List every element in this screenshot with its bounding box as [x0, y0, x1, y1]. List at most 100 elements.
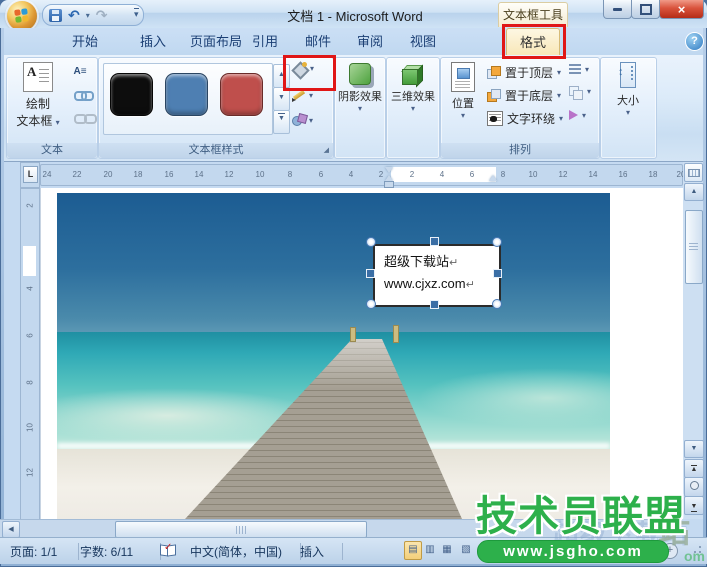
redo-button[interactable]: ↷ — [96, 8, 108, 22]
break-link-button[interactable] — [69, 111, 91, 129]
chevron-down-icon[interactable]: ▾ — [309, 116, 313, 125]
textbox-line-2[interactable]: www.cjxz.com↵ — [384, 276, 475, 291]
gallery-more-button[interactable]: ▼ — [273, 110, 290, 134]
resize-handle-w[interactable] — [366, 269, 375, 278]
chevron-down-icon: ▾ — [559, 114, 563, 123]
style-swatch-black[interactable] — [110, 73, 153, 116]
close-icon: × — [678, 2, 686, 17]
gallery-scroll-down[interactable]: ▼ — [273, 87, 290, 111]
h-ruler-tick-label: 10 — [254, 170, 266, 179]
tab-review[interactable]: 审阅 — [347, 28, 393, 54]
shadow-effect-icon — [349, 63, 371, 85]
resize-handle-sw[interactable] — [366, 299, 376, 309]
vertical-scroll-thumb[interactable] — [685, 210, 703, 284]
position-icon — [451, 62, 475, 92]
resize-handle-e[interactable] — [493, 269, 502, 278]
tab-insert[interactable]: 插入 — [130, 28, 176, 54]
select-browse-object-button[interactable] — [684, 477, 704, 497]
h-ruler-tick-label: 8 — [284, 170, 296, 179]
qat-customize-icon[interactable]: ▾ — [134, 8, 139, 19]
previous-page-button[interactable]: ▲ — [684, 459, 704, 478]
resize-handle-se[interactable] — [492, 299, 502, 309]
tab-home[interactable]: 开始 — [62, 28, 108, 54]
tab-view[interactable]: 视图 — [400, 28, 446, 54]
draw-textbox-button[interactable]: A 绘制 文本框 ▾ — [13, 62, 63, 129]
beach-pier-photo[interactable] — [57, 193, 610, 519]
h-ruler-tick-label: 6 — [315, 170, 327, 179]
size-button[interactable]: 大小 ▾ — [605, 62, 651, 117]
resize-handle-n[interactable] — [430, 237, 439, 246]
paragraph-mark: ↵ — [466, 279, 475, 291]
group-arrange-label: 排列 — [441, 143, 599, 158]
minimize-button[interactable] — [603, 0, 632, 19]
view-fullscreen-reading-button[interactable]: ▥ — [421, 541, 439, 560]
resize-handle-nw[interactable] — [366, 237, 376, 247]
view-outline-button[interactable]: ▧ — [457, 541, 475, 560]
spell-check-icon[interactable]: ✓ — [160, 544, 176, 556]
h-ruler-tick-label: 14 — [193, 170, 205, 179]
h-ruler-tick-label: 20 — [102, 170, 114, 179]
bring-to-front-button[interactable]: 置于顶层 ▾ — [487, 64, 561, 81]
word-count-indicator[interactable]: 字数: 6/11 — [80, 543, 161, 560]
shadow-effects-button[interactable]: 阴影效果 ▾ — [337, 61, 383, 113]
chevron-down-icon: ▾ — [587, 87, 591, 96]
text-direction-button[interactable]: A≡ — [69, 63, 91, 81]
create-link-button[interactable] — [69, 88, 91, 106]
page-number-indicator[interactable]: 页面: 1/1 — [10, 543, 79, 560]
left-indent-marker[interactable] — [384, 181, 394, 188]
style-swatch-blue[interactable] — [165, 73, 208, 116]
resize-handle-s[interactable] — [430, 300, 439, 309]
tab-references[interactable]: 引用 — [242, 28, 288, 54]
view-print-layout-button[interactable]: ▤ — [404, 541, 422, 560]
group-textbox-styles-label: 文本框样式 — [99, 143, 333, 158]
close-button[interactable]: × — [659, 0, 704, 19]
insert-mode-indicator[interactable]: 插入 — [300, 543, 343, 560]
shape-fill-button[interactable]: ▾ — [292, 62, 314, 74]
watermark-tail-text: om — [684, 548, 705, 564]
scroll-down-button[interactable]: ▼ — [684, 440, 704, 458]
style-swatch-red[interactable] — [220, 73, 263, 116]
undo-dropdown-icon[interactable]: ▾ — [86, 11, 90, 20]
view-ruler-toggle[interactable] — [684, 163, 703, 182]
tab-format[interactable]: 格式 — [506, 28, 560, 55]
restore-button[interactable] — [631, 0, 660, 19]
group-button[interactable]: ▾ — [569, 86, 591, 96]
position-button[interactable]: 位置 ▾ — [445, 62, 481, 120]
change-shape-button[interactable]: ▾ — [292, 114, 313, 126]
scroll-up-button[interactable]: ▲ — [684, 183, 704, 201]
chevron-down-icon[interactable]: ▾ — [309, 91, 313, 100]
scroll-left-button[interactable]: ◀ — [2, 521, 20, 538]
textbox-line-1[interactable]: 超级下载站↵ — [384, 251, 458, 270]
horizontal-scroll-thumb[interactable] — [115, 521, 367, 538]
first-line-indent-marker[interactable] — [385, 167, 393, 173]
help-icon[interactable]: ? — [686, 33, 703, 50]
3d-effect-icon — [402, 63, 424, 85]
align-button[interactable]: ▾ — [569, 64, 589, 74]
tab-stop-selector[interactable]: L — [23, 166, 38, 183]
h-ruler-tick-label: 22 — [71, 170, 83, 179]
send-to-back-button[interactable]: 置于底层 ▾ — [487, 87, 561, 104]
office-button[interactable] — [7, 1, 37, 31]
ruler-corner: L — [20, 162, 40, 188]
h-ruler-tick-label: 2 — [406, 170, 418, 179]
text-wrapping-button[interactable]: 文字环绕 ▾ — [487, 110, 563, 127]
chevron-down-icon[interactable]: ▾ — [310, 64, 314, 73]
selected-textbox[interactable]: 超级下载站↵ www.cjxz.com↵ — [373, 244, 501, 307]
draw-textbox-icon: A — [23, 62, 53, 92]
h-ruler-tick-label: 24 — [41, 170, 53, 179]
language-indicator[interactable]: 中文(简体，中国) — [190, 543, 301, 560]
undo-button[interactable]: ↶ — [68, 8, 80, 22]
view-web-layout-button[interactable]: ▦ — [438, 541, 456, 560]
group-size: 大小 ▾ — [600, 57, 657, 159]
shape-outline-button[interactable]: ▾ — [292, 89, 313, 101]
chevron-down-icon: ▾ — [56, 118, 60, 127]
dialog-launcher-icon[interactable]: ◢ — [324, 146, 329, 156]
right-indent-marker[interactable] — [489, 175, 497, 181]
tab-mailings[interactable]: 邮件 — [295, 28, 341, 54]
contextual-tab-group-label: 文本框工具 — [498, 2, 568, 27]
save-icon[interactable] — [49, 9, 62, 22]
gallery-scroll-up[interactable]: ▲ — [273, 64, 290, 88]
3d-effects-button[interactable]: 三维效果 ▾ — [390, 61, 436, 113]
resize-handle-ne[interactable] — [492, 237, 502, 247]
rotate-button[interactable]: ▾ — [569, 110, 586, 120]
